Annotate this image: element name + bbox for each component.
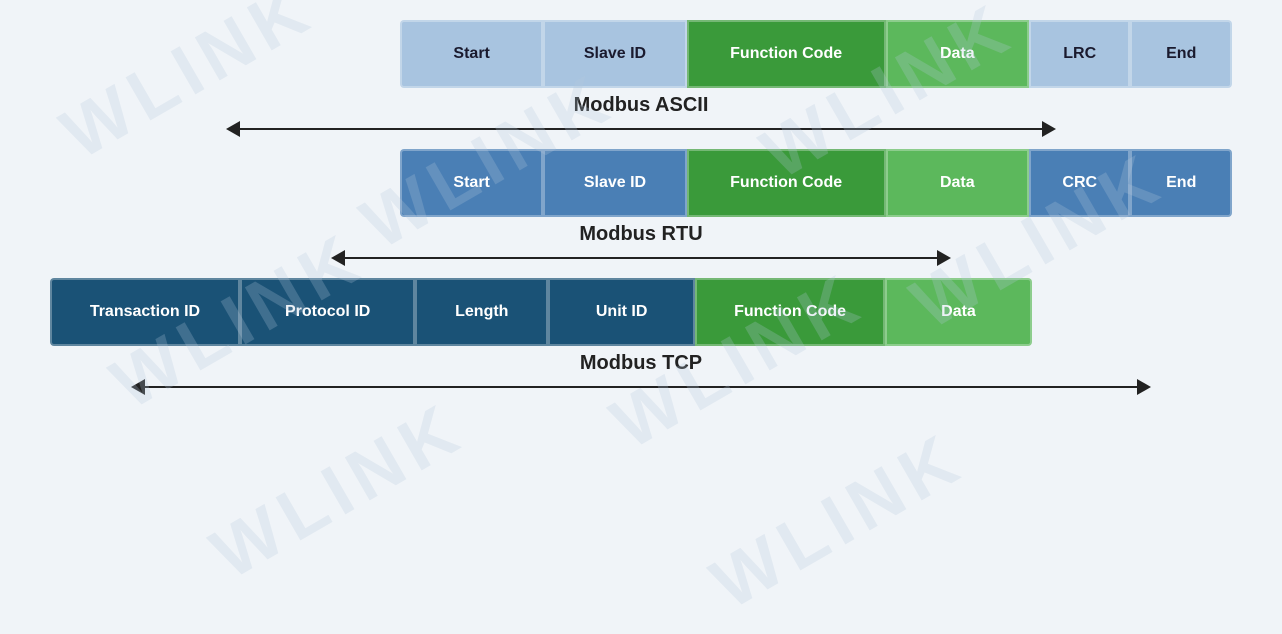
ascii-lrc-cell: LRC	[1029, 20, 1131, 88]
ascii-start-cell: Start	[400, 20, 543, 88]
ascii-slaveid-cell: Slave ID	[543, 20, 686, 88]
rtu-functioncode-cell: Function Code	[687, 149, 886, 217]
rtu-section: Start Slave ID Function Code Data CRC En…	[30, 149, 1252, 266]
ascii-frame-row: Start Slave ID Function Code Data LRC En…	[400, 20, 1232, 88]
rtu-slaveid-cell: Slave ID	[543, 149, 686, 217]
tcp-transactionid-cell: Transaction ID	[50, 278, 240, 346]
rtu-arrow-line	[345, 257, 937, 259]
tcp-protocolid-cell: Protocol ID	[240, 278, 416, 346]
tcp-data-cell: Data	[885, 278, 1032, 346]
ascii-section: Start Slave ID Function Code Data LRC En…	[30, 20, 1252, 137]
tcp-arrow-left	[131, 379, 145, 395]
tcp-length-cell: Length	[415, 278, 548, 346]
rtu-frame-row: Start Slave ID Function Code Data CRC En…	[400, 149, 1232, 217]
rtu-data-cell: Data	[886, 149, 1029, 217]
ascii-label: Modbus ASCII	[574, 94, 709, 117]
rtu-label: Modbus RTU	[579, 223, 702, 246]
ascii-data-cell: Data	[886, 20, 1029, 88]
ascii-functioncode-cell: Function Code	[687, 20, 886, 88]
tcp-arrow-right	[1137, 379, 1151, 395]
rtu-arrow-left	[331, 250, 345, 266]
main-container: Start Slave ID Function Code Data LRC En…	[0, 0, 1282, 634]
tcp-arrow-line	[145, 386, 1137, 388]
ascii-arrow-left	[226, 121, 240, 137]
rtu-crc-cell: CRC	[1029, 149, 1131, 217]
tcp-functioncode-cell: Function Code	[695, 278, 885, 346]
tcp-frame-row: Transaction ID Protocol ID Length Unit I…	[50, 278, 1032, 346]
tcp-unitid-cell: Unit ID	[548, 278, 695, 346]
ascii-arrow-right	[1042, 121, 1056, 137]
rtu-arrow-right	[937, 250, 951, 266]
tcp-label: Modbus TCP	[580, 352, 702, 375]
rtu-end-cell: End	[1130, 149, 1232, 217]
tcp-section: Transaction ID Protocol ID Length Unit I…	[30, 278, 1252, 395]
rtu-start-cell: Start	[400, 149, 543, 217]
ascii-end-cell: End	[1130, 20, 1232, 88]
ascii-arrow-line	[240, 128, 1042, 130]
